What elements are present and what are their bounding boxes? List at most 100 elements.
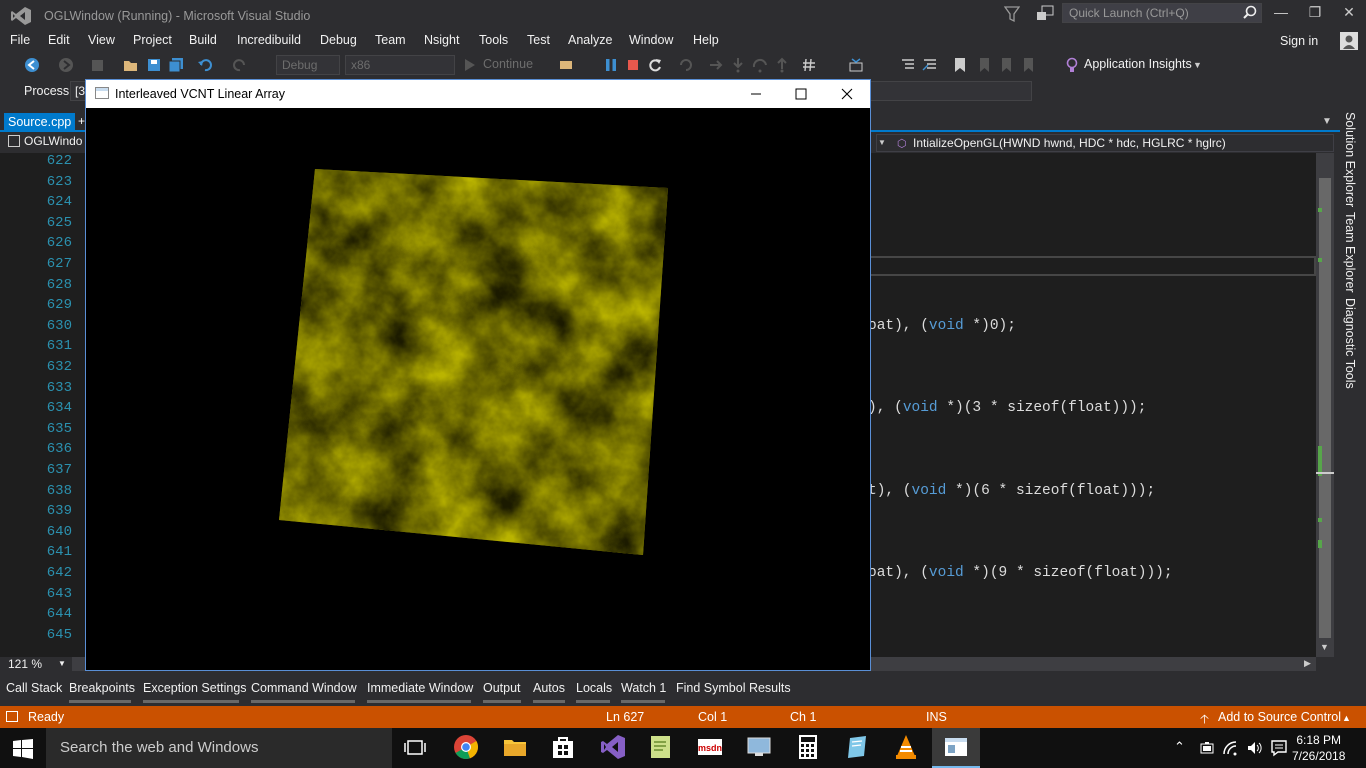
opengl-render-canvas[interactable] <box>86 108 870 670</box>
file-explorer-icon[interactable] <box>502 734 528 760</box>
new-project-icon[interactable] <box>90 57 106 73</box>
battery-icon[interactable] <box>1198 739 1216 757</box>
show-hidden-icons-chevron-up-icon[interactable]: ⌃ <box>1174 739 1192 757</box>
notepad-plus-icon[interactable] <box>648 734 674 760</box>
opengl-app-taskbar-icon[interactable] <box>943 734 969 760</box>
remote-desktop-icon[interactable] <box>746 734 772 760</box>
opengl-close-icon[interactable] <box>837 84 857 104</box>
application-insights-icon[interactable] <box>1064 57 1080 73</box>
close-button[interactable]: ✕ <box>1338 4 1360 24</box>
tab-pin-icon[interactable]: + <box>78 114 85 128</box>
scroll-down-arrow-icon[interactable]: ▼ <box>1320 642 1329 652</box>
uncomment-lines-icon[interactable] <box>922 57 938 73</box>
continue-play-icon[interactable] <box>462 57 478 73</box>
bookmark-icon[interactable] <box>952 57 968 73</box>
notification-filter-icon[interactable] <box>1004 5 1020 23</box>
taskbar-search-input[interactable]: Search the web and Windows <box>46 728 392 768</box>
taskbar-clock[interactable]: 6:18 PM 7/26/2018 <box>1292 732 1345 764</box>
tab-watch-1[interactable]: Watch 1 <box>621 681 666 695</box>
sign-in-link[interactable]: Sign in <box>1280 34 1318 48</box>
chrome-icon[interactable] <box>453 734 479 760</box>
menu-test[interactable]: Test <box>527 33 550 47</box>
open-file-icon[interactable] <box>123 57 139 73</box>
show-next-statement-icon[interactable] <box>708 57 724 73</box>
vertical-scrollbar-thumb[interactable] <box>1319 178 1331 638</box>
store-icon[interactable] <box>550 734 576 760</box>
menu-window[interactable]: Window <box>629 33 673 47</box>
menu-analyze[interactable]: Analyze <box>568 33 612 47</box>
undo-icon[interactable] <box>197 57 213 73</box>
menu-team[interactable]: Team <box>375 33 406 47</box>
zoom-level-dropdown[interactable]: 121 % ▼ <box>8 657 66 671</box>
source-control-chevron-up-icon[interactable]: ▲ <box>1342 713 1351 723</box>
app-insights-chevron-down-icon[interactable]: ▼ <box>1193 60 1202 70</box>
quick-launch-input[interactable]: Quick Launch (Ctrl+Q) <box>1062 3 1262 23</box>
tab-immediate-window[interactable]: Immediate Window <box>367 681 473 695</box>
step-over-icon[interactable] <box>752 57 768 73</box>
hot-reload-icon[interactable] <box>678 57 694 73</box>
minimize-button[interactable]: — <box>1270 4 1292 24</box>
tab-team-explorer[interactable]: Team Explorer <box>1343 212 1357 293</box>
search-icon[interactable] <box>1243 5 1257 19</box>
code-line[interactable]: t), (void *)(6 * sizeof(float))); <box>868 483 1155 499</box>
menu-help[interactable]: Help <box>693 33 719 47</box>
stop-debugging-icon[interactable] <box>625 57 641 73</box>
project-scope-dropdown[interactable]: OGLWindo <box>8 134 88 152</box>
restart-icon[interactable] <box>647 57 663 73</box>
next-bookmark-icon[interactable] <box>998 57 1014 73</box>
tab-source-cpp[interactable]: Source.cpp <box>4 113 76 131</box>
calculator-icon[interactable] <box>795 734 821 760</box>
feedback-icon[interactable] <box>1036 5 1054 23</box>
menu-view[interactable]: View <box>88 33 115 47</box>
opengl-minimize-icon[interactable] <box>746 84 766 104</box>
restore-button[interactable]: ❐ <box>1304 4 1326 24</box>
application-insights-button[interactable]: Application Insights <box>1084 57 1192 71</box>
lifecycle-events-icon[interactable] <box>558 57 574 73</box>
menu-nsight[interactable]: Nsight <box>424 33 459 47</box>
code-line[interactable]: oat), (void *)(9 * sizeof(float))); <box>868 565 1173 581</box>
comment-lines-icon[interactable] <box>900 57 916 73</box>
thread-filter-icon[interactable] <box>848 57 864 73</box>
continue-button[interactable]: Continue <box>483 57 533 71</box>
scroll-right-arrow-icon[interactable]: ▶ <box>1304 658 1311 669</box>
tab-breakpoints[interactable]: Breakpoints <box>69 681 135 695</box>
solution-platform-dropdown[interactable]: x86 <box>345 55 455 75</box>
menu-edit[interactable]: Edit <box>48 33 70 47</box>
tab-solution-explorer[interactable]: Solution Explorer <box>1343 112 1357 207</box>
menu-debug[interactable]: Debug <box>320 33 357 47</box>
tab-output[interactable]: Output <box>483 681 521 695</box>
clear-bookmarks-icon[interactable] <box>1020 57 1036 73</box>
save-all-icon[interactable] <box>168 57 184 73</box>
tab-find-symbol-results[interactable]: Find Symbol Results <box>676 681 791 695</box>
volume-icon[interactable] <box>1246 739 1264 757</box>
scope-chevron-down-icon[interactable]: ▼ <box>878 138 886 147</box>
previous-bookmark-icon[interactable] <box>976 57 992 73</box>
redo-icon[interactable] <box>232 57 248 73</box>
sticky-notes-icon[interactable] <box>844 734 870 760</box>
tab-exception-settings[interactable]: Exception Settings <box>143 681 247 695</box>
code-line[interactable]: oat), (void *)0); <box>868 318 1016 334</box>
menu-project[interactable]: Project <box>133 33 172 47</box>
tab-autos[interactable]: Autos <box>533 681 565 695</box>
tab-command-window[interactable]: Command Window <box>251 681 357 695</box>
user-account-icon[interactable] <box>1340 32 1358 50</box>
menu-file[interactable]: File <box>10 33 30 47</box>
break-all-pause-icon[interactable] <box>603 57 619 73</box>
add-to-source-control-button[interactable]: Add to Source Control <box>1218 710 1341 724</box>
menu-incredibuild[interactable]: Incredibuild <box>237 33 301 47</box>
save-icon[interactable] <box>146 57 162 73</box>
code-line[interactable]: ), (void *)(3 * sizeof(float))); <box>868 400 1146 416</box>
step-out-icon[interactable] <box>774 57 790 73</box>
tab-diagnostic-tools[interactable]: Diagnostic Tools <box>1343 298 1357 389</box>
visual-studio-icon[interactable] <box>600 734 626 760</box>
windows-start-icon[interactable] <box>12 738 34 760</box>
menu-tools[interactable]: Tools <box>479 33 508 47</box>
stack-frame-dropdown[interactable] <box>870 81 1032 101</box>
vlc-player-icon[interactable] <box>893 734 919 760</box>
step-into-icon[interactable] <box>730 57 746 73</box>
tab-list-chevron-down-icon[interactable]: ▼ <box>1322 116 1332 127</box>
action-center-icon[interactable] <box>1270 739 1288 757</box>
task-view-icon[interactable] <box>404 738 426 758</box>
tab-call-stack[interactable]: Call Stack <box>6 681 62 695</box>
menu-build[interactable]: Build <box>189 33 217 47</box>
